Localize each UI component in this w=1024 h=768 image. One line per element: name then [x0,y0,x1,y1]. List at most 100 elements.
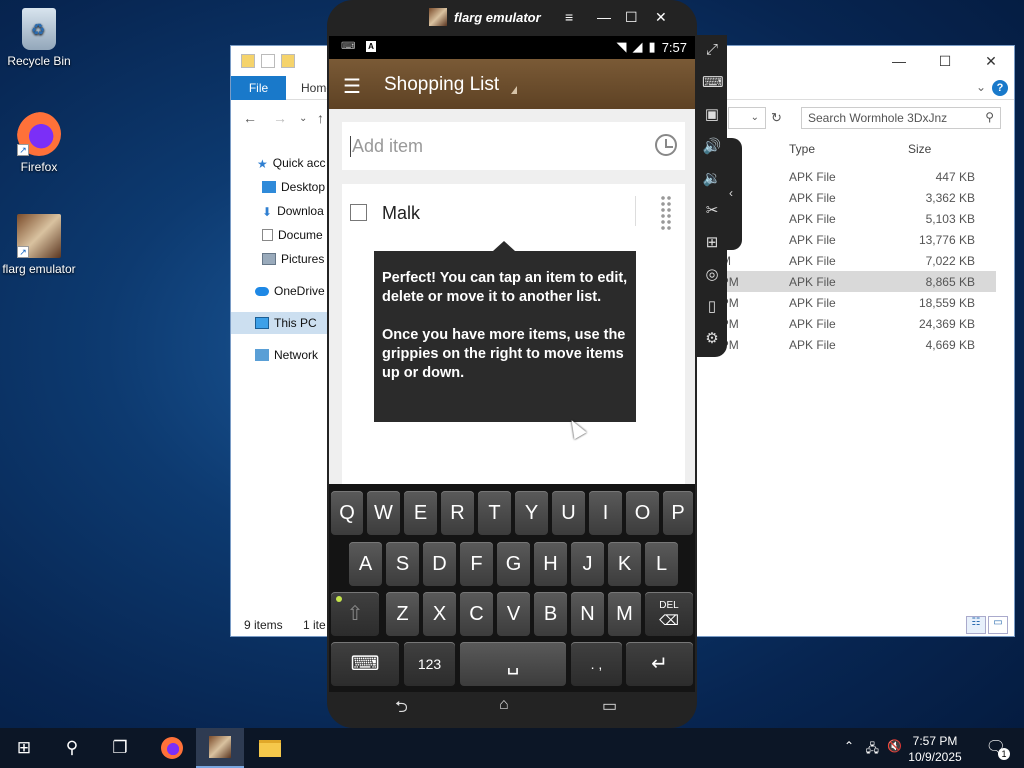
key-b[interactable]: B [534,592,567,636]
key-e[interactable]: E [404,491,437,535]
column-header-type[interactable]: Type [789,142,815,156]
key-d[interactable]: D [423,542,456,586]
volume-down-icon[interactable]: 🔉 [702,169,722,189]
forward-arrow-icon[interactable]: → [273,110,287,126]
file-row[interactable]: PMAPK File7,022 KB [696,250,996,271]
taskbar-flarg-emulator[interactable] [196,728,244,768]
home-nav-icon[interactable]: ⌂ [499,696,509,714]
file-row[interactable]: 7:38 PMAPK File24,369 KB [694,313,996,334]
keyboard-switch-key[interactable]: ⌨ [331,642,399,686]
key-m[interactable]: M [608,592,641,636]
close-button[interactable]: ✕ [655,9,667,26]
chevron-down-icon[interactable]: ⌄ [976,80,986,94]
key-t[interactable]: T [478,491,511,535]
taskbar-file-explorer[interactable] [246,728,294,768]
properties-icon[interactable] [261,54,275,68]
chevron-up-icon[interactable]: ⌃ [844,739,854,753]
sidebar-item-onedrive[interactable]: OneDrive [255,280,325,302]
numbers-key[interactable]: 123 [404,642,455,686]
key-k[interactable]: K [608,542,641,586]
key-c[interactable]: C [460,592,493,636]
shift-key[interactable]: ⇧ [331,592,379,636]
hamburger-menu-icon[interactable]: ≡ [565,9,573,25]
key-f[interactable]: F [460,542,493,586]
scissors-icon[interactable]: ✂ [702,201,722,221]
file-row[interactable]: 7:38 PMAPK File18,559 KB [694,292,996,313]
key-a[interactable]: A [349,542,382,586]
key-h[interactable]: H [534,542,567,586]
key-n[interactable]: N [571,592,604,636]
sidebar-item-this-pc[interactable]: This PC [255,312,317,334]
sidebar-item-network[interactable]: Network [255,344,318,366]
minimize-button[interactable]: — [876,46,922,76]
settings-gear-icon[interactable]: ⚙ [702,329,722,349]
list-dropdown-caret-icon[interactable] [511,86,517,94]
key-z[interactable]: Z [386,592,419,636]
sidebar-item-desktop[interactable]: Desktop [262,176,325,198]
key-u[interactable]: U [552,491,585,535]
key-s[interactable]: S [386,542,419,586]
search-input[interactable]: Search Wormhole 3DxJnz ⚲ [801,107,1001,129]
search-button[interactable]: ⚲ [48,728,96,768]
drag-grip-icon[interactable] [660,195,672,231]
punctuation-key[interactable]: . , [571,642,622,686]
add-window-icon[interactable]: ⊞ [702,233,722,253]
delete-key[interactable]: DEL ⌫ [645,592,693,636]
file-row-selected[interactable]: 7:38 PMAPK File8,865 KB [694,271,996,292]
fullscreen-icon[interactable]: ⤢ [702,41,722,61]
item-checkbox[interactable] [350,204,367,221]
location-icon[interactable]: ◎ [702,265,722,285]
key-j[interactable]: J [571,542,604,586]
file-row[interactable]: 7:38 PMAPK File4,669 KB [694,334,996,355]
key-x[interactable]: X [423,592,456,636]
back-arrow-icon[interactable]: ← [243,110,257,126]
sidebar-item-quick-access[interactable]: ★ Quick acc [257,152,325,174]
shake-icon[interactable]: ▯ [702,297,722,317]
back-nav-icon[interactable]: ⮌ [395,696,408,723]
sidebar-item-downloads[interactable]: ⬇ Downloa [262,200,324,222]
close-button[interactable]: ✕ [968,46,1014,76]
key-i[interactable]: I [589,491,622,535]
network-tray-icon[interactable]: 🖧 [866,739,879,760]
volume-muted-icon[interactable]: 🔇 [887,739,902,753]
help-icon[interactable]: ? [992,80,1008,96]
key-q[interactable]: Q [331,491,363,535]
key-g[interactable]: G [497,542,530,586]
large-icons-view-icon[interactable]: ▭ [988,616,1008,634]
address-dropdown[interactable]: ⌄ [728,107,766,129]
sidebar-item-documents[interactable]: Docume [262,224,323,246]
details-view-icon[interactable]: ☷ [966,616,986,634]
start-button[interactable]: ⊞ [0,728,48,768]
list-item-label[interactable]: Malk [382,203,420,224]
toolbar-collapse-handle[interactable]: ‹ [726,138,742,250]
refresh-icon[interactable]: ↻ [771,110,782,126]
key-r[interactable]: R [441,491,474,535]
add-item-input[interactable]: Add item [350,136,423,157]
new-folder-icon[interactable] [281,54,295,68]
key-v[interactable]: V [497,592,530,636]
list-title[interactable]: Shopping List [384,74,499,96]
recents-nav-icon[interactable]: ▭ [602,696,617,716]
keyboard-icon[interactable]: ⌨ [702,73,724,93]
key-y[interactable]: Y [515,491,548,535]
maximize-button[interactable]: ☐ [922,46,968,76]
minimize-button[interactable]: — [597,9,611,25]
column-header-size[interactable]: Size [908,142,931,156]
recent-chevron-icon[interactable]: ⌄ [299,113,307,124]
apk-install-icon[interactable]: ▣ [702,105,722,125]
key-p[interactable]: P [663,491,693,535]
sidebar-item-pictures[interactable]: Pictures [262,248,324,270]
taskbar-clock[interactable]: 7:57 PM 10/9/2025 [905,733,965,765]
maximize-button[interactable]: ☐ [625,9,638,26]
task-view-button[interactable]: ❐ [96,728,144,768]
enter-key[interactable]: ↵ [626,642,693,686]
key-o[interactable]: O [626,491,659,535]
space-key[interactable]: ␣ [460,642,566,686]
clock-icon[interactable] [655,134,677,156]
hamburger-menu-icon[interactable]: ☰ [343,74,361,99]
desktop-icon-flarg[interactable]: ↗ flarg emulator [0,214,78,276]
up-arrow-icon[interactable]: ↑ [317,110,324,126]
taskbar-firefox[interactable] [148,728,196,768]
desktop-icon-recycle-bin[interactable]: Recycle Bin [0,8,78,68]
volume-up-icon[interactable]: 🔊 [702,137,722,157]
